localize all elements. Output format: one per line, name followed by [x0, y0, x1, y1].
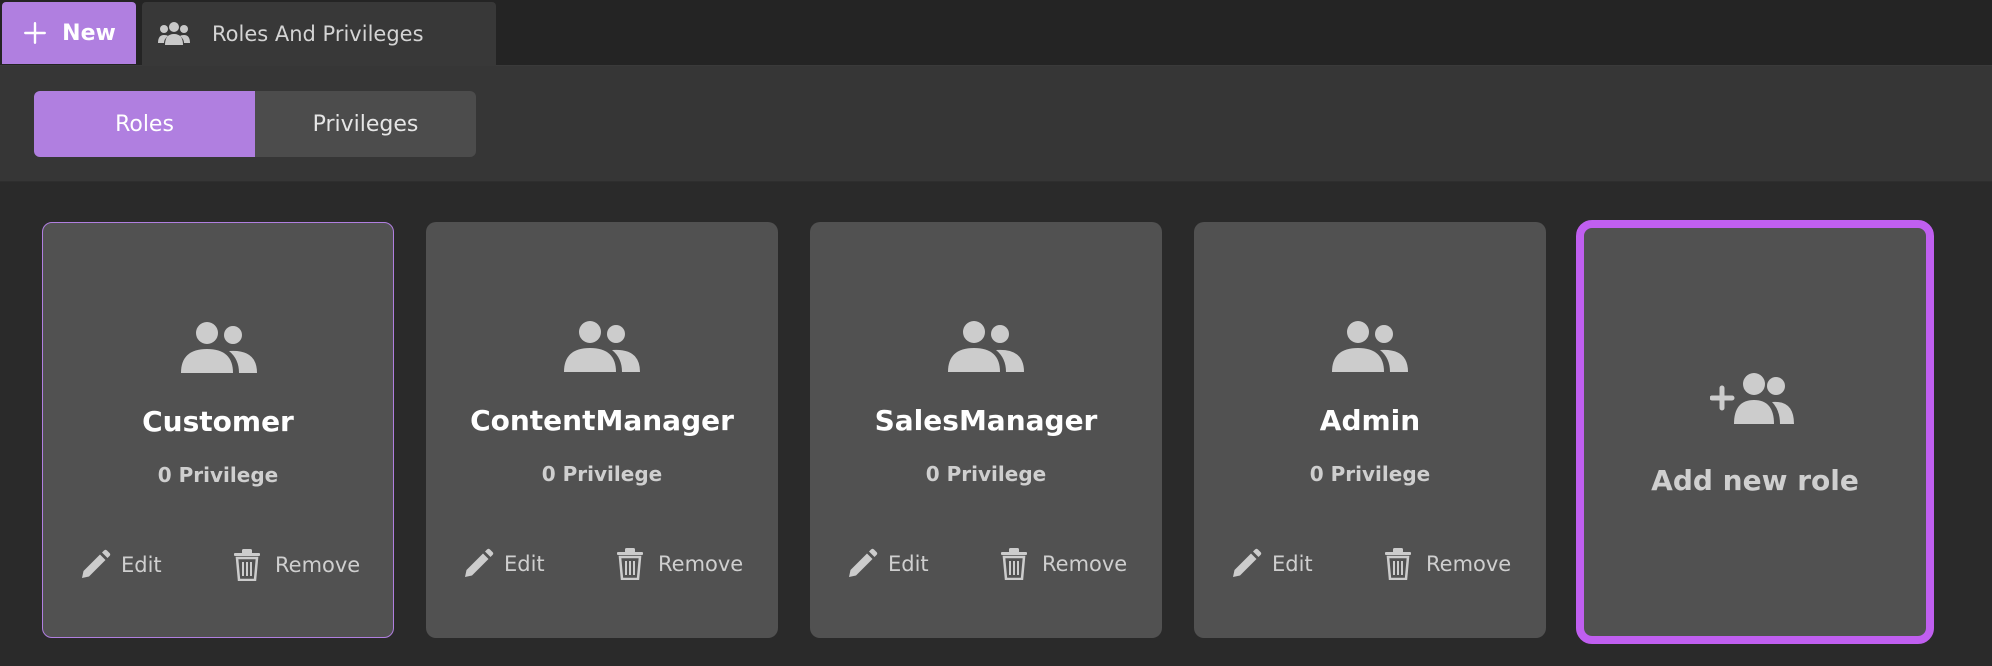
privilege-count: 0 Privilege — [925, 462, 1047, 486]
plus-icon — [24, 22, 47, 44]
role-cards-area: Customer 0 Privilege Edit Remove Content… — [0, 182, 1992, 666]
edit-label: Edit — [1272, 552, 1313, 576]
top-tab-bar: New Roles And Privileges — [0, 0, 1992, 66]
role-name: ContentManager — [470, 404, 734, 437]
new-button-label: New — [62, 20, 116, 46]
role-card-customer[interactable]: Customer 0 Privilege Edit Remove — [42, 222, 394, 638]
pencil-icon — [1233, 548, 1262, 577]
trash-icon — [1385, 548, 1411, 580]
role-card-salesmanager[interactable]: SalesManager 0 Privilege Edit Remove — [810, 222, 1162, 638]
new-button[interactable]: New — [2, 2, 136, 64]
trash-icon — [1001, 548, 1027, 580]
pencil-icon — [849, 548, 878, 577]
remove-label: Remove — [1426, 552, 1512, 576]
pencil-icon — [82, 549, 111, 578]
remove-label: Remove — [658, 552, 744, 576]
roles-privileges-segmented-control: Roles Privileges — [34, 91, 476, 157]
remove-button[interactable]: Remove — [233, 549, 360, 581]
edit-label: Edit — [121, 553, 162, 577]
tab-roles-and-privileges[interactable]: Roles And Privileges — [142, 2, 496, 66]
edit-label: Edit — [888, 552, 929, 576]
view-toolbar: Roles Privileges — [0, 66, 1992, 182]
segment-privileges[interactable]: Privileges — [255, 91, 476, 157]
role-name: Admin — [1319, 404, 1421, 437]
edit-button[interactable]: Edit — [462, 548, 545, 580]
add-new-role-card[interactable]: Add new role — [1576, 220, 1934, 644]
role-name: SalesManager — [874, 404, 1098, 437]
pencil-icon — [465, 548, 494, 577]
remove-label: Remove — [275, 553, 361, 577]
add-new-role-label: Add new role — [1651, 464, 1859, 497]
group-icon — [181, 322, 257, 373]
edit-button[interactable]: Edit — [1230, 548, 1313, 580]
group-icon — [948, 321, 1024, 372]
privilege-count: 0 Privilege — [541, 462, 663, 486]
remove-button[interactable]: Remove — [1000, 548, 1127, 580]
remove-button[interactable]: Remove — [1384, 548, 1511, 580]
remove-button[interactable]: Remove — [616, 548, 743, 580]
edit-button[interactable]: Edit — [846, 548, 929, 580]
trash-icon — [234, 549, 260, 581]
tab-title: Roles And Privileges — [212, 22, 424, 46]
users-icon — [158, 22, 190, 45]
privilege-count: 0 Privilege — [1309, 462, 1431, 486]
group-icon — [1332, 321, 1408, 372]
trash-icon — [617, 548, 643, 580]
group-icon — [564, 321, 640, 372]
edit-label: Edit — [504, 552, 545, 576]
role-card-admin[interactable]: Admin 0 Privilege Edit Remove — [1194, 222, 1546, 638]
segment-roles[interactable]: Roles — [34, 91, 255, 157]
privilege-count: 0 Privilege — [157, 463, 279, 487]
role-card-contentmanager[interactable]: ContentManager 0 Privilege Edit Remove — [426, 222, 778, 638]
edit-button[interactable]: Edit — [79, 549, 162, 581]
remove-label: Remove — [1042, 552, 1128, 576]
role-name: Customer — [142, 405, 294, 438]
add-user-icon — [1710, 373, 1794, 424]
